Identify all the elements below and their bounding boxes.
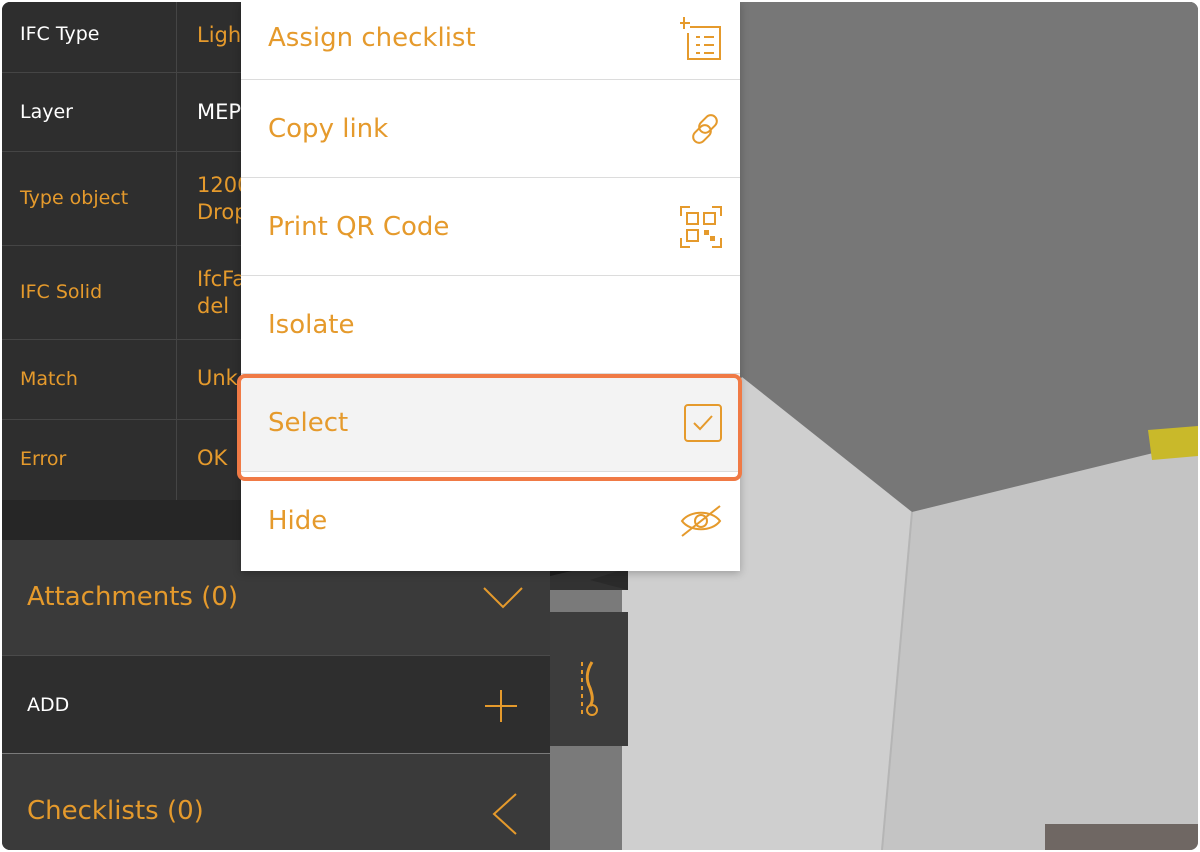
property-value: MEP bbox=[197, 100, 242, 124]
menu-item-isolate[interactable]: Isolate bbox=[241, 276, 740, 374]
menu-label: Print QR Code bbox=[268, 211, 450, 242]
chevron-down-icon bbox=[483, 587, 523, 609]
attachments-title: Attachments (0) bbox=[27, 582, 239, 612]
checklist-icon bbox=[680, 17, 721, 61]
plus-icon bbox=[485, 690, 517, 722]
checklists-section-header[interactable]: Checklists (0) bbox=[2, 754, 550, 850]
menu-item-assign-checklist[interactable]: Assign checklist bbox=[241, 2, 740, 80]
add-label: ADD bbox=[27, 694, 70, 716]
property-value: IfcFa del bbox=[197, 267, 246, 318]
tool-strip bbox=[550, 612, 628, 746]
section-cut-icon[interactable] bbox=[576, 658, 602, 718]
menu-label: Assign checklist bbox=[268, 23, 476, 54]
yellow-light-object bbox=[1148, 426, 1198, 460]
link-icon bbox=[692, 113, 718, 144]
menu-label: Hide bbox=[268, 505, 328, 536]
eye-off-icon bbox=[680, 504, 722, 537]
menu-label: Copy link bbox=[268, 113, 389, 144]
property-key: Layer bbox=[20, 101, 73, 123]
checklists-title: Checklists (0) bbox=[27, 796, 204, 826]
property-value: Unk bbox=[197, 366, 238, 390]
menu-label: Isolate bbox=[268, 309, 355, 340]
property-value: Ligh bbox=[197, 23, 242, 47]
qr-code-icon bbox=[680, 205, 722, 248]
app-frame: IFC Type Ligh Layer MEP Type object 1200… bbox=[2, 2, 1198, 850]
menu-item-hide[interactable]: Hide bbox=[241, 472, 740, 569]
property-key: Error bbox=[20, 448, 67, 470]
menu-item-copy-link[interactable]: Copy link bbox=[241, 80, 740, 178]
property-key: IFC Type bbox=[20, 23, 100, 45]
context-menu: Assign checklist Copy link Print QR Code bbox=[241, 2, 740, 571]
property-key: IFC Solid bbox=[20, 281, 103, 303]
select-highlight-outline bbox=[237, 374, 742, 481]
property-key: Match bbox=[20, 368, 78, 390]
chevron-left-icon bbox=[492, 793, 517, 835]
add-attachment-button[interactable]: ADD bbox=[2, 656, 550, 753]
property-value: OK bbox=[197, 446, 228, 470]
property-key: Type object bbox=[20, 187, 129, 209]
menu-item-print-qr-code[interactable]: Print QR Code bbox=[241, 178, 740, 276]
